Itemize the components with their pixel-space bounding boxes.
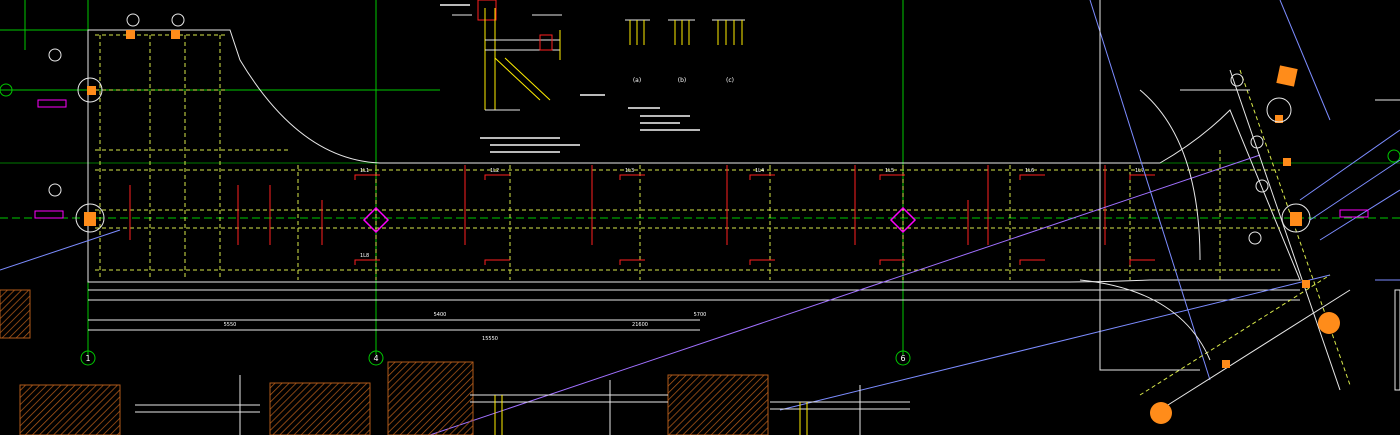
axis-bubble-group: 1 4 6 bbox=[0, 83, 1400, 366]
dimension-text: 5700 bbox=[694, 312, 707, 318]
detail-label-a: (a) bbox=[633, 77, 641, 84]
beam-tag: 1L7 bbox=[1135, 168, 1144, 174]
detail-symbols bbox=[625, 19, 745, 45]
dimension-text: 15550 bbox=[482, 336, 498, 342]
beam-tag: 1L6 bbox=[1025, 168, 1034, 174]
axis-bubble-right bbox=[1387, 149, 1400, 163]
axis-bubble-6-label: 6 bbox=[900, 354, 905, 363]
round-column bbox=[1150, 402, 1172, 424]
column bbox=[171, 30, 180, 39]
dashed-beams bbox=[95, 34, 1280, 280]
beam-tag: 1L3 bbox=[625, 168, 634, 174]
dimension-text: 5550 bbox=[224, 322, 237, 328]
columns bbox=[84, 30, 1340, 424]
beam-tag: 1L8 bbox=[360, 253, 369, 259]
detail-label-b: (b) bbox=[678, 77, 687, 84]
column bbox=[126, 30, 135, 39]
hatched-wall-sections bbox=[0, 289, 769, 435]
column bbox=[1222, 360, 1230, 368]
grid-axis-lines bbox=[0, 0, 1400, 355]
magenta-label-boxes bbox=[34, 99, 1369, 219]
column-highlight bbox=[1276, 65, 1298, 87]
axis-bubble-4-label: 4 bbox=[373, 354, 378, 363]
bottom-section-details bbox=[135, 375, 910, 435]
dimension-text: 5400 bbox=[434, 312, 447, 318]
round-column bbox=[1318, 312, 1340, 334]
red-marks bbox=[129, 165, 1106, 245]
column bbox=[1302, 280, 1310, 288]
slab-outline bbox=[87, 29, 1301, 331]
beam-tag: 1L5 bbox=[885, 168, 894, 174]
top-detail-drawing bbox=[452, 0, 562, 111]
beam-tags: 1L1 1L2 1L3 1L4 1L5 1L6 1L7 1L8 bbox=[360, 168, 1144, 259]
right-edge-detail bbox=[1375, 99, 1400, 391]
detail-label-c: (c) bbox=[726, 77, 734, 84]
column bbox=[84, 212, 96, 226]
column bbox=[1290, 212, 1302, 226]
column bbox=[87, 86, 96, 95]
beam-tag: 1L2 bbox=[490, 168, 499, 174]
note-text-blocks bbox=[440, 4, 700, 153]
beam-bracket-marks bbox=[354, 174, 1155, 265]
cad-drawing-canvas[interactable]: 1 4 6 1L1 1L2 1L3 1L4 1L5 1L6 1L7 1L8 (a… bbox=[0, 0, 1400, 435]
beam-tag: 1L4 bbox=[755, 168, 764, 174]
column bbox=[1283, 158, 1291, 166]
axis-bubble-1-label: 1 bbox=[85, 354, 90, 363]
dimension-labels: 5550 5400 5700 21600 15550 bbox=[224, 312, 707, 342]
beam-tag: 1L1 bbox=[360, 168, 369, 174]
dimension-text: 21600 bbox=[632, 322, 648, 328]
